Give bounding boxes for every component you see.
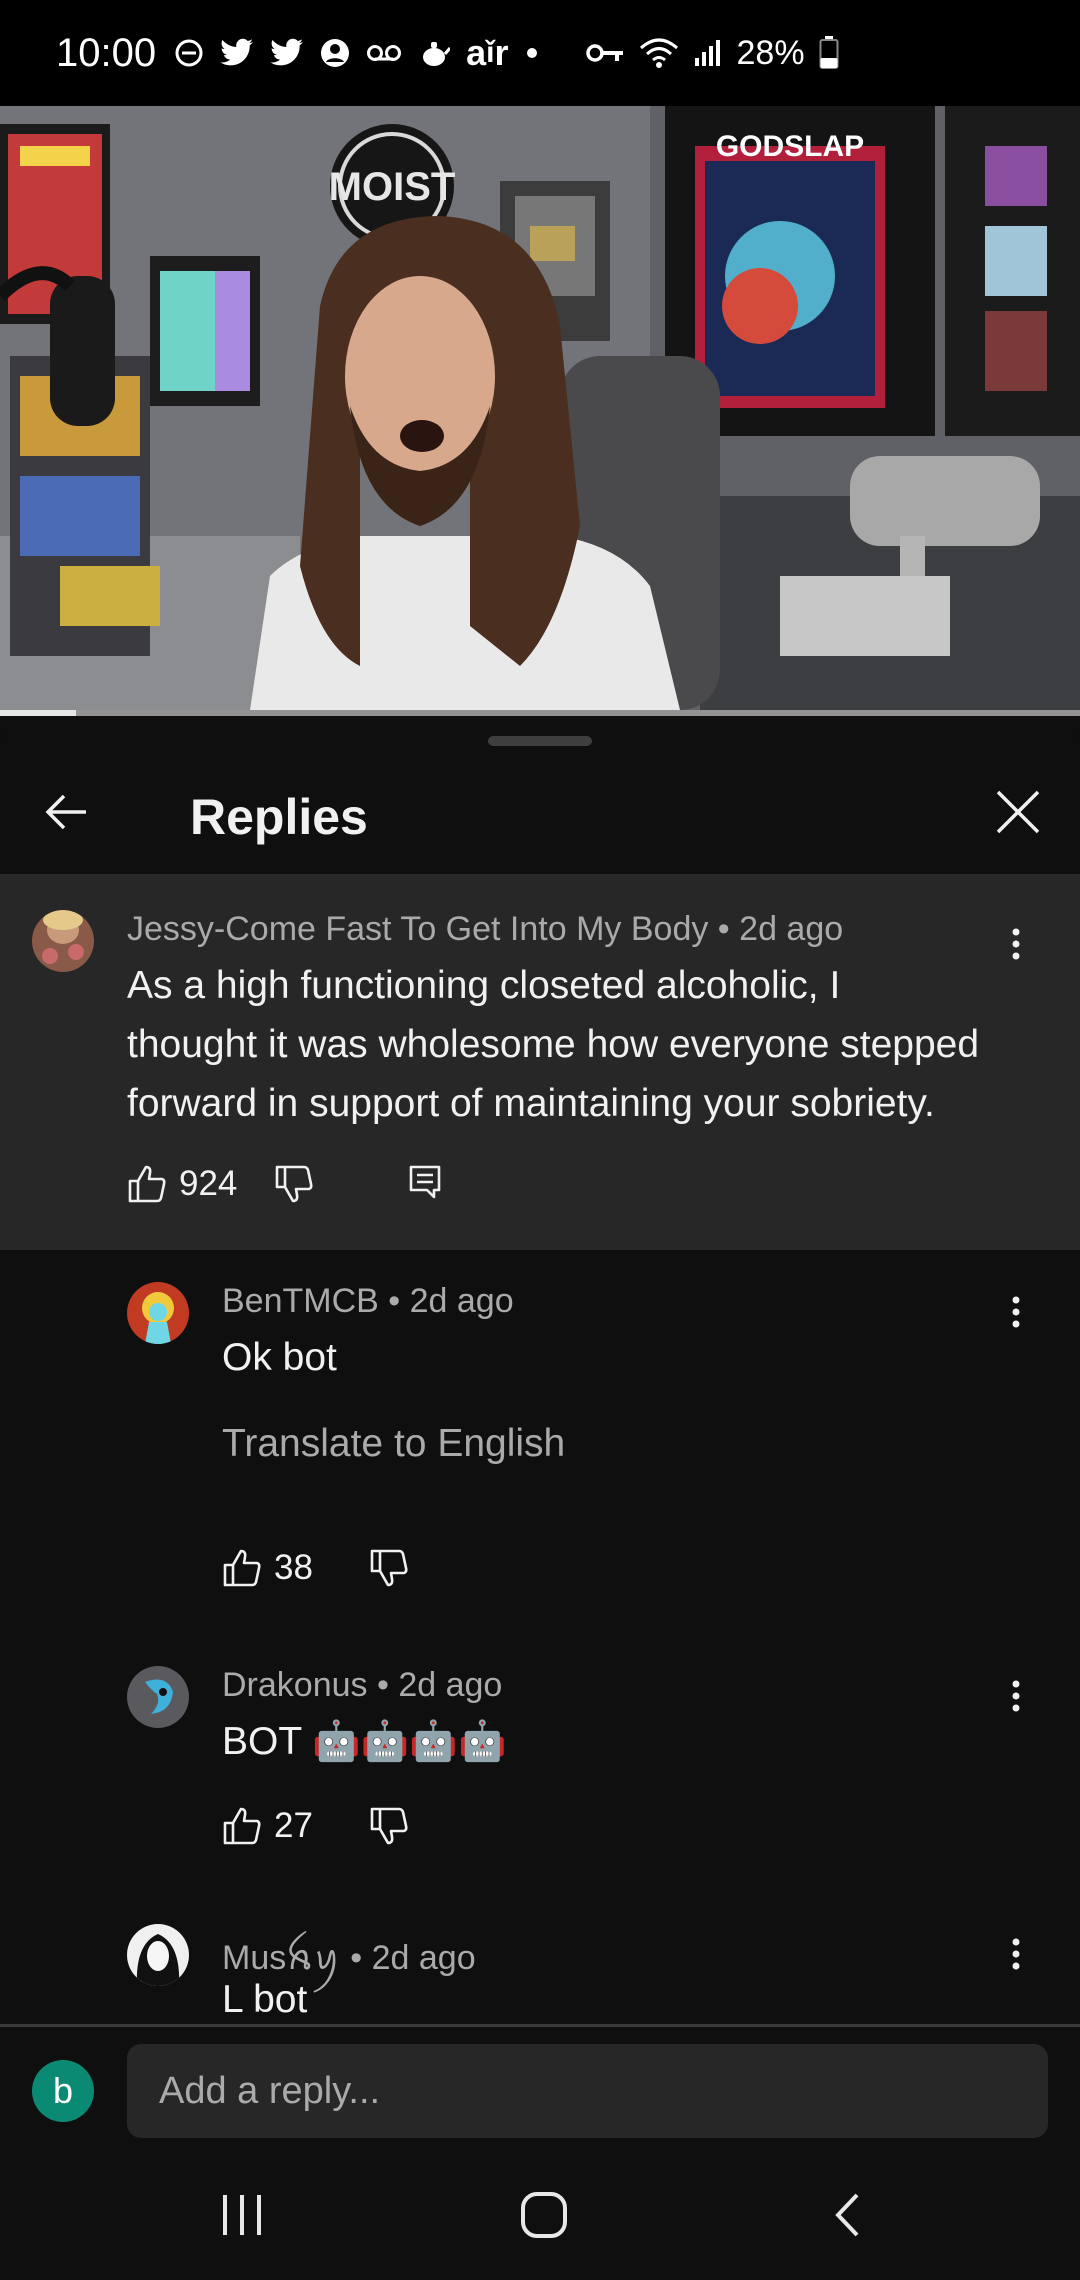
comment-text-line: forward in support of maintaining your s… <box>127 1082 935 1125</box>
home-icon <box>521 2192 567 2238</box>
avatar-image <box>32 910 94 972</box>
comment-text: BOT 🤖🤖🤖🤖 <box>222 1720 507 1763</box>
comment-time: 2d ago <box>739 910 844 948</box>
like-count: 38 <box>274 1548 313 1587</box>
comment-text: L bot <box>222 1978 308 2021</box>
dot-icon <box>525 46 539 60</box>
air-icon: aǐr <box>466 32 509 73</box>
author-name[interactable]: BenTMCB <box>222 1282 379 1320</box>
drag-handle[interactable] <box>488 736 592 746</box>
comment-text-line: thought it was wholesome how everyone st… <box>127 1023 980 1066</box>
meta-separator: • <box>378 1282 410 1320</box>
twitter-icon <box>220 38 254 68</box>
more-button[interactable] <box>996 1282 1036 1342</box>
system-navigation-bar <box>0 2147 1080 2280</box>
avatar-image <box>127 1666 189 1728</box>
avatar[interactable] <box>127 1666 189 1728</box>
comment-text: Ok bot <box>222 1336 337 1379</box>
page-title: Replies <box>190 789 368 845</box>
comment-meta: Drakonus • 2d ago <box>222 1666 502 1705</box>
like-button[interactable]: 924 <box>127 1164 237 1204</box>
signal-icon <box>693 38 723 68</box>
comment-time: 2d ago <box>371 1939 476 1977</box>
video-frame: MOIST GODSLAP <box>0 106 1080 710</box>
battery-icon <box>819 36 839 70</box>
thumbs-up-icon <box>223 1549 261 1587</box>
teapot-icon <box>418 38 451 68</box>
twitter-icon <box>270 38 304 68</box>
voicemail-icon <box>366 41 402 65</box>
comment-meta: BenTMCB • 2d ago <box>222 1282 514 1321</box>
close-icon <box>996 790 1040 834</box>
comment-icon <box>409 1165 441 1199</box>
meta-separator: • <box>708 910 740 948</box>
avatar[interactable] <box>32 910 94 972</box>
system-icons: 28% <box>585 34 839 73</box>
like-button[interactable]: 27 <box>222 1806 313 1846</box>
more-button[interactable] <box>996 1666 1036 1726</box>
author-name[interactable]: Drakonus <box>222 1666 368 1704</box>
close-button[interactable] <box>986 780 1050 844</box>
poster-text: GODSLAP <box>716 130 864 163</box>
meta-separator: • <box>367 1666 399 1704</box>
parent-comment: Jessy-Come Fast To Get Into My Body • 2d… <box>0 874 1080 1250</box>
vpn-key-icon <box>585 41 625 65</box>
notification-icons: aǐr <box>174 32 538 74</box>
reply-button[interactable] <box>408 1164 442 1200</box>
thumbs-down-icon <box>370 1549 408 1587</box>
back-button[interactable] <box>34 780 98 844</box>
chevron-left-icon <box>835 2193 859 2237</box>
status-time: 10:00 <box>56 30 157 75</box>
recent-apps-button[interactable] <box>197 2175 287 2255</box>
reply-input[interactable] <box>127 2044 1048 2138</box>
avatar-image <box>127 1924 189 1986</box>
thumbs-up-icon <box>223 1807 261 1845</box>
moist-sign-text: MOIST <box>329 165 456 209</box>
like-count: 924 <box>179 1164 238 1203</box>
back-nav-button[interactable] <box>802 2175 892 2255</box>
dnd-icon <box>174 38 204 68</box>
dislike-button[interactable] <box>369 1806 409 1846</box>
comment-meta: Jessy-Come Fast To Get Into My Body • 2d… <box>127 910 843 949</box>
battery-percent: 28% <box>736 33 805 72</box>
more-vert-icon <box>1012 1938 1020 1970</box>
my-avatar[interactable]: b <box>32 2060 94 2122</box>
comment-text-line: As a high functioning closeted alcoholic… <box>127 964 841 1007</box>
video-player[interactable]: MOIST GODSLAP <box>0 106 1080 716</box>
like-count: 27 <box>274 1806 313 1845</box>
thumbs-down-icon <box>275 1165 313 1203</box>
author-name[interactable]: Jessy-Come Fast To Get Into My Body <box>127 910 708 948</box>
avatar-image <box>127 1282 189 1344</box>
account-icon <box>320 38 350 68</box>
dislike-button[interactable] <box>369 1548 409 1588</box>
reply-bar: b <box>0 2027 1080 2147</box>
wifi-icon <box>639 36 679 70</box>
comment-text: As a high functioning closeted alcoholic… <box>127 956 1027 1133</box>
recent-apps-icon <box>223 2195 261 2235</box>
thumbs-up-icon <box>128 1165 166 1203</box>
avatar[interactable] <box>127 1924 189 1986</box>
translate-link[interactable]: Translate to English <box>222 1422 565 1466</box>
comment-time: 2d ago <box>398 1666 503 1704</box>
arrow-left-icon <box>45 794 86 830</box>
comment-time: 2d ago <box>409 1282 514 1320</box>
more-button[interactable] <box>996 1924 1036 1984</box>
replies-header: Replies <box>0 756 1080 874</box>
thumbs-down-icon <box>370 1807 408 1845</box>
status-bar: 10:00 aǐr 28% <box>0 0 1080 106</box>
avatar[interactable] <box>127 1282 189 1344</box>
more-vert-icon <box>1012 1680 1020 1712</box>
like-button[interactable]: 38 <box>222 1548 313 1588</box>
meta-separator: • <box>340 1939 372 1977</box>
dislike-button[interactable] <box>274 1164 314 1204</box>
home-button[interactable] <box>499 2175 589 2255</box>
more-vert-icon <box>1012 1296 1020 1328</box>
